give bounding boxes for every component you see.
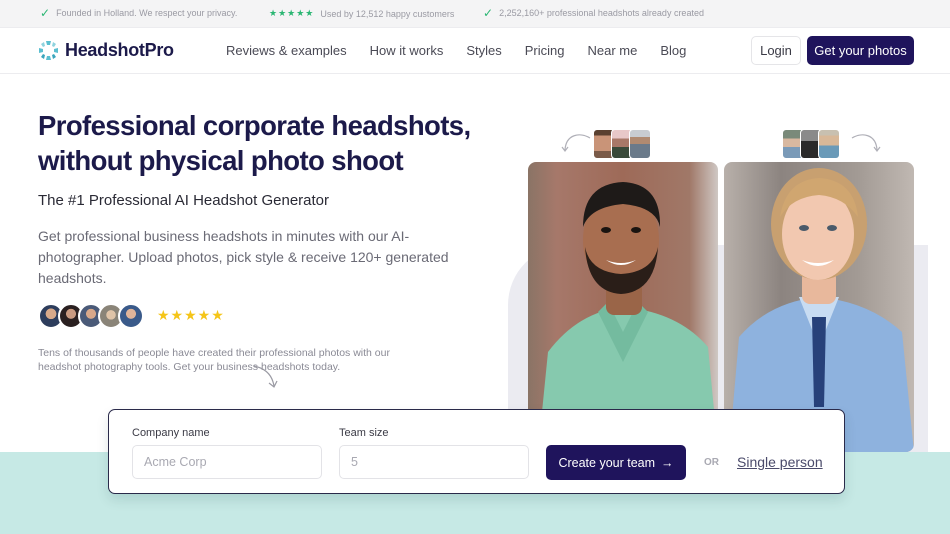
nav-link-pricing[interactable]: Pricing: [525, 43, 565, 58]
curved-arrow-icon: [851, 134, 881, 152]
or-divider: OR: [704, 457, 719, 468]
social-proof-text: Tens of thousands of people have created…: [38, 347, 390, 373]
team-signup-form: Company name Team size Create your team …: [108, 409, 845, 494]
get-photos-button[interactable]: Get your photos: [807, 36, 914, 65]
star-rating-icon: ★★★★★: [157, 307, 225, 323]
main-nav: HeadshotPro Reviews & examples How it wo…: [0, 28, 950, 74]
customer-avatars: [38, 303, 144, 329]
check-icon: ✓: [483, 6, 494, 20]
brand-name: HeadshotPro: [65, 40, 174, 60]
single-person-link[interactable]: Single person: [737, 454, 823, 470]
input-photos-man: [593, 129, 651, 159]
hero-subtitle: The #1 Professional AI Headshot Generato…: [38, 192, 330, 209]
arrow-doodle-icon: [253, 365, 278, 388]
star-rating-icon: ★★★★★: [269, 8, 315, 18]
customers-text: Used by 12,512 happy customers: [320, 8, 455, 19]
input-photo-thumbnail: [818, 129, 840, 159]
company-name-input[interactable]: [132, 445, 322, 479]
team-size-input[interactable]: [339, 445, 529, 479]
nav-link-near-me[interactable]: Near me: [588, 43, 638, 58]
nav-link-how-it-works[interactable]: How it works: [370, 43, 444, 58]
hero-description: Get professional business headshots in m…: [38, 228, 449, 286]
trust-bar: ✓ Founded in Holland. We respect your pr…: [0, 0, 950, 28]
company-name-label: Company name: [132, 427, 210, 439]
privacy-text: Founded in Holland. We respect your priv…: [56, 8, 238, 18]
arrow-right-icon: →: [661, 455, 674, 470]
customers-item: ★★★★★ Used by 12,512 happy customers: [269, 8, 454, 19]
input-photo-thumbnail: [629, 129, 651, 159]
login-button[interactable]: Login: [751, 36, 801, 65]
check-icon: ✓: [40, 6, 51, 20]
nav-link-reviews[interactable]: Reviews & examples: [226, 43, 347, 58]
nav-link-styles[interactable]: Styles: [466, 43, 501, 58]
logo-icon: [39, 41, 58, 60]
logo[interactable]: HeadshotPro: [38, 40, 174, 61]
curved-arrow-icon: [561, 134, 591, 152]
created-text: 2,252,160+ professional headshots alread…: [499, 8, 704, 18]
created-item: ✓ 2,252,160+ professional headshots alre…: [483, 6, 704, 20]
create-team-label: Create your team: [558, 455, 656, 470]
create-team-button[interactable]: Create your team →: [546, 445, 686, 480]
privacy-item: ✓ Founded in Holland. We respect your pr…: [40, 6, 238, 20]
hero-title: Professional corporate headshots, withou…: [38, 110, 471, 176]
input-photos-woman: [782, 129, 840, 159]
nav-link-blog[interactable]: Blog: [660, 43, 686, 58]
team-size-label: Team size: [339, 427, 389, 439]
avatar: [118, 303, 144, 329]
nav-links: Reviews & examples How it works Styles P…: [226, 43, 709, 58]
